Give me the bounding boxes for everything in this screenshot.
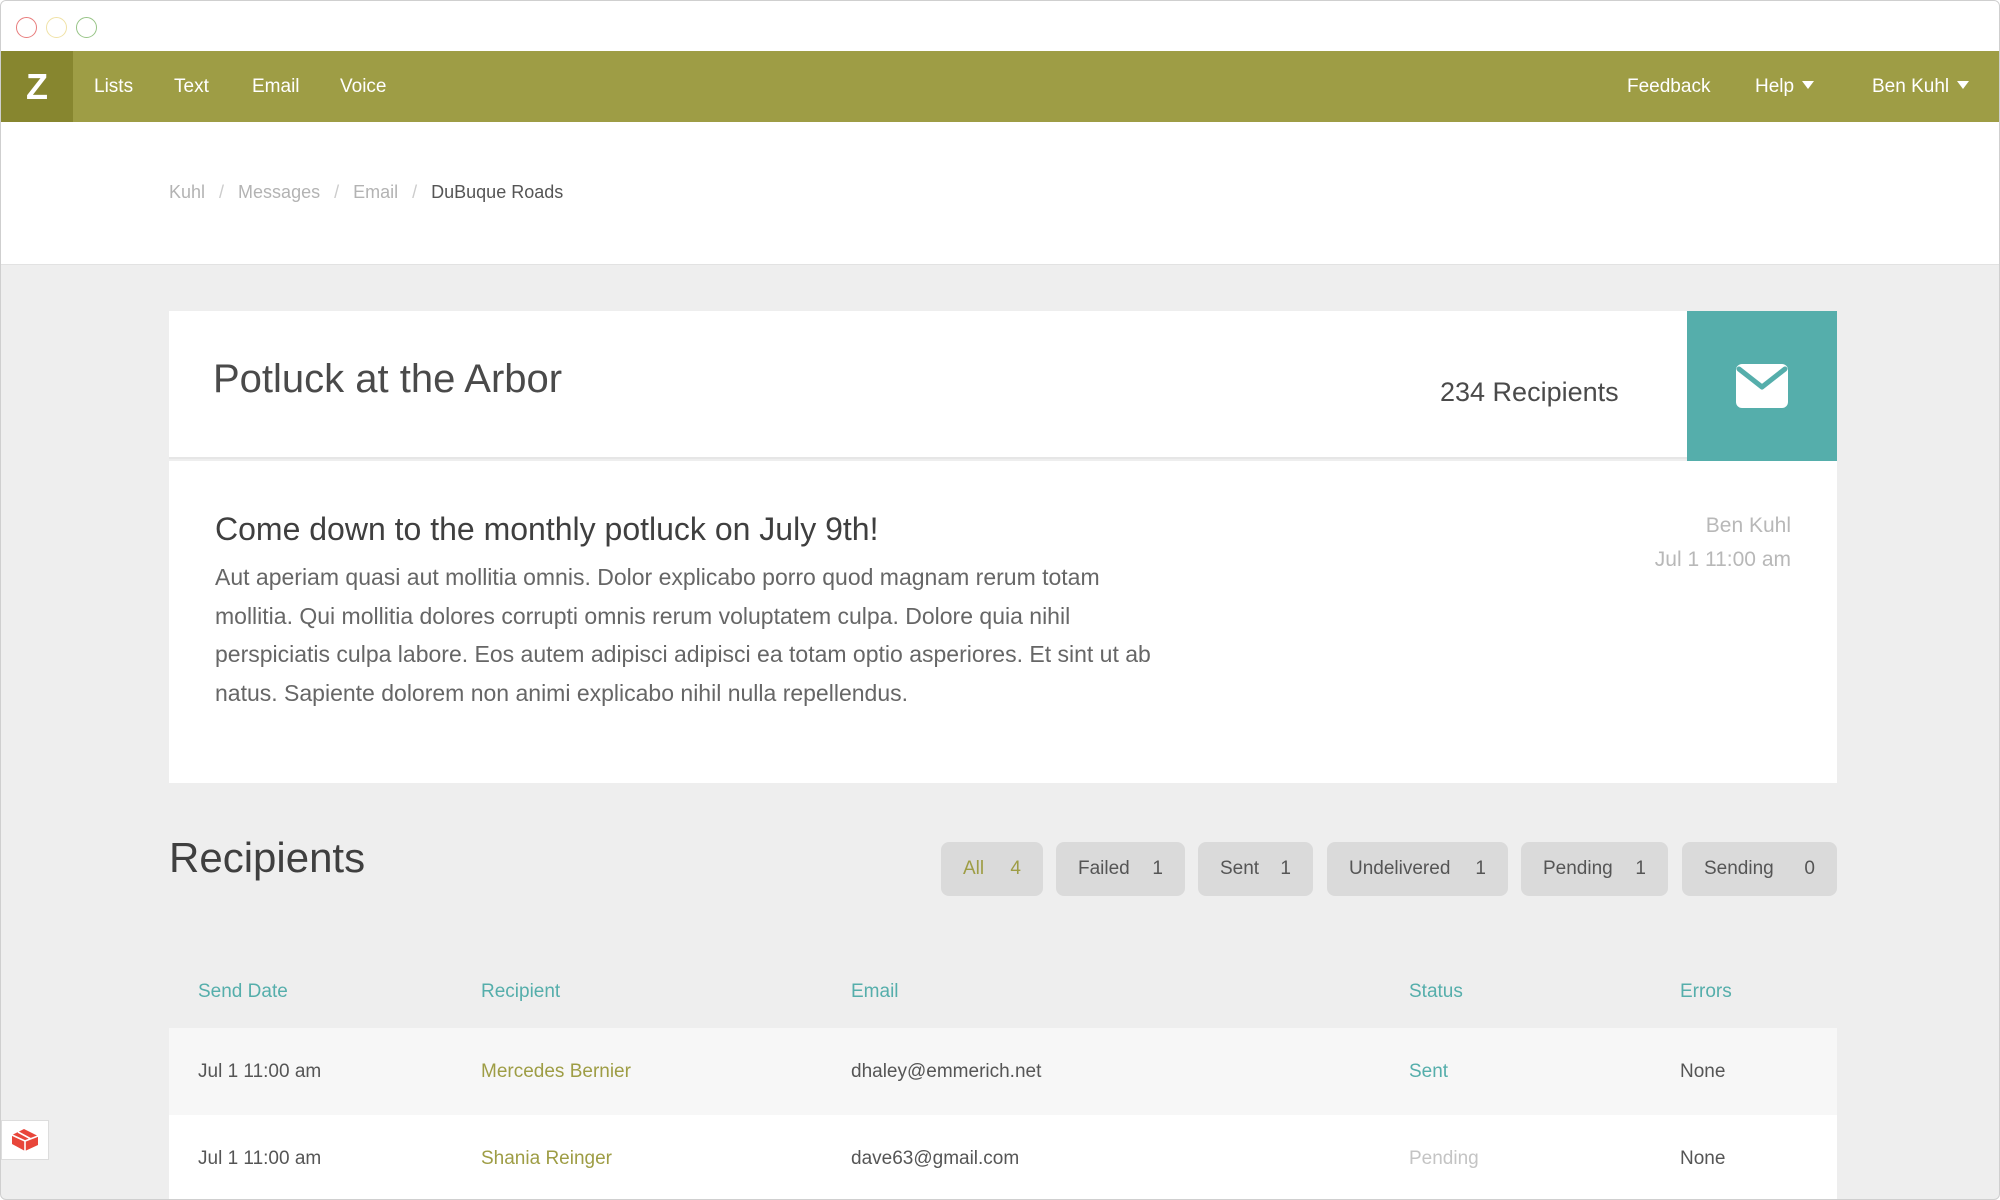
- breadcrumb-separator: /: [334, 182, 340, 202]
- breadcrumb-separator: /: [219, 182, 225, 202]
- send-date-cell: Jul 1 11:00 am: [198, 1061, 322, 1082]
- recipients-table-header: Send Date Recipient Email Status Errors: [169, 956, 1837, 1028]
- status-cell: Sent: [1409, 1061, 1449, 1082]
- nav-lists[interactable]: Lists: [94, 51, 133, 122]
- errors-cell: None: [1680, 1148, 1726, 1169]
- message-meta: Ben Kuhl Jul 1 11:00 am: [1655, 509, 1791, 577]
- recipient-name-link[interactable]: Mercedes Bernier: [481, 1028, 631, 1115]
- breadcrumb-separator: /: [412, 182, 418, 202]
- filter-undelivered-button[interactable]: Undelivered 1: [1327, 842, 1508, 896]
- breadcrumb-email[interactable]: Email: [353, 182, 398, 202]
- user-name: Ben Kuhl: [1872, 76, 1950, 97]
- close-window-button[interactable]: [16, 17, 37, 38]
- laravel-debugbar-icon[interactable]: [1, 1120, 49, 1160]
- filter-count: 1: [1152, 858, 1163, 879]
- caret-down-icon: [1957, 80, 1970, 89]
- filter-count: 1: [1475, 858, 1486, 879]
- filter-sent-button[interactable]: Sent 1: [1198, 842, 1313, 896]
- nav-voice[interactable]: Voice: [340, 51, 386, 122]
- table-row[interactable]: Jul 1 11:00 am Mercedes Bernier dhaley@e…: [169, 1028, 1837, 1115]
- send-date-cell: Jul 1 11:00 am: [198, 1148, 322, 1169]
- message-author: Ben Kuhl: [1705, 514, 1791, 537]
- nav-help-menu[interactable]: Help: [1755, 51, 1815, 122]
- breadcrumb-kuhl[interactable]: Kuhl: [169, 182, 205, 202]
- filter-label: Pending: [1543, 858, 1613, 879]
- message-title: Potluck at the Arbor: [213, 357, 563, 401]
- email-cell: dhaley@emmerich.net: [851, 1061, 1042, 1082]
- filter-label: Sent: [1220, 858, 1260, 879]
- filter-count: 1: [1635, 858, 1646, 879]
- column-send-date[interactable]: Send Date: [198, 956, 288, 1028]
- app-logo[interactable]: Z: [1, 51, 73, 122]
- status-cell: Pending: [1409, 1148, 1479, 1169]
- column-email[interactable]: Email: [851, 956, 899, 1028]
- message-card-body: Come down to the monthly potluck on July…: [169, 461, 1837, 783]
- top-navbar: Z Lists Text Email Voice Feedback Help B…: [1, 51, 1999, 122]
- filter-label: Failed: [1078, 858, 1130, 879]
- filter-pending-button[interactable]: Pending 1: [1521, 842, 1668, 896]
- column-recipient[interactable]: Recipient: [481, 956, 560, 1028]
- caret-down-icon: [1802, 80, 1815, 89]
- message-card-header: Potluck at the Arbor 234 Recipients: [169, 311, 1837, 461]
- breadcrumb-messages[interactable]: Messages: [238, 182, 320, 202]
- nav-email[interactable]: Email: [252, 51, 300, 122]
- message-subject: Come down to the monthly potluck on July…: [215, 511, 879, 547]
- browser-window: Z Lists Text Email Voice Feedback Help B…: [0, 0, 2000, 1200]
- recipient-name-link[interactable]: Shania Reinger: [481, 1115, 612, 1199]
- column-status[interactable]: Status: [1409, 956, 1463, 1028]
- email-cell: dave63@gmail.com: [851, 1148, 1020, 1169]
- filter-all-button[interactable]: All 4: [941, 842, 1043, 896]
- table-row[interactable]: Jul 1 11:00 am Shania Reinger dave63@gma…: [169, 1115, 1837, 1199]
- breadcrumb-bar: Kuhl / Messages / Email / DuBuque Roads: [1, 122, 1999, 265]
- filter-count: 0: [1804, 858, 1815, 879]
- title-bar: [1, 1, 1999, 51]
- recipients-count: 234 Recipients: [1440, 377, 1619, 407]
- filter-label: Sending: [1704, 858, 1774, 879]
- filter-count: 1: [1280, 858, 1291, 879]
- breadcrumb-current: DuBuque Roads: [431, 182, 564, 202]
- nav-feedback[interactable]: Feedback: [1627, 51, 1710, 122]
- minimize-window-button[interactable]: [46, 17, 67, 38]
- laravel-logo-icon: [11, 1129, 39, 1151]
- message-date: Jul 1 11:00 am: [1654, 548, 1791, 571]
- column-errors[interactable]: Errors: [1680, 956, 1732, 1028]
- filter-failed-button[interactable]: Failed 1: [1056, 842, 1185, 896]
- breadcrumb: Kuhl / Messages / Email / DuBuque Roads: [169, 182, 563, 203]
- email-type-button[interactable]: [1687, 311, 1837, 461]
- recipients-heading: Recipients: [169, 834, 366, 881]
- message-body: Aut aperiam quasi aut mollitia omnis. Do…: [215, 564, 1151, 706]
- filter-sending-button[interactable]: Sending 0: [1682, 842, 1837, 896]
- envelope-icon: [1736, 364, 1788, 408]
- filter-count: 4: [1010, 858, 1021, 879]
- maximize-window-button[interactable]: [76, 17, 97, 38]
- filter-label: All: [963, 858, 985, 879]
- help-label: Help: [1755, 76, 1795, 97]
- nav-user-menu[interactable]: Ben Kuhl: [1872, 51, 1970, 122]
- nav-text[interactable]: Text: [174, 51, 209, 122]
- errors-cell: None: [1680, 1061, 1726, 1082]
- filter-label: Undelivered: [1349, 858, 1451, 879]
